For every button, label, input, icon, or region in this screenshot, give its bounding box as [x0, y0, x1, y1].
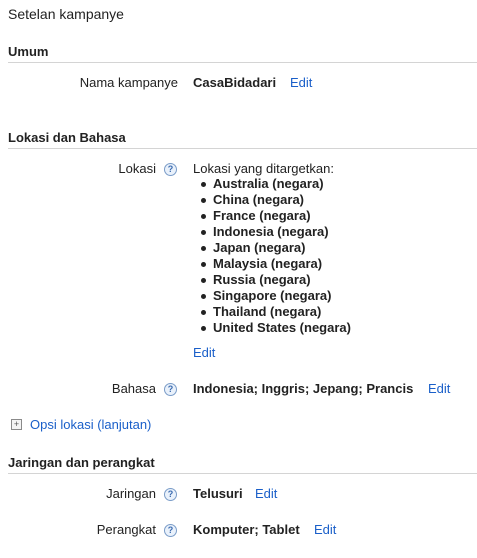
edit-lokasi-link[interactable]: Edit — [193, 345, 215, 360]
location-item: Singapore (negara) — [193, 288, 351, 304]
location-item: Malaysia (negara) — [193, 256, 351, 272]
campaign-name-label: Nama kampanye — [79, 75, 178, 90]
location-list: Australia (negara) China (negara) France… — [193, 176, 351, 336]
location-item: Russia (negara) — [193, 272, 351, 288]
advanced-location-options-link[interactable]: Opsi lokasi (lanjutan) — [30, 417, 151, 432]
perangkat-value: Komputer; Tablet — [193, 522, 300, 537]
edit-campaign-name-link[interactable]: Edit — [290, 75, 312, 90]
perangkat-label: Perangkat — [96, 522, 156, 537]
jaringan-value: Telusuri — [193, 486, 243, 501]
lokasi-label: Lokasi — [118, 161, 156, 176]
section-heading-lokasi-bahasa: Lokasi dan Bahasa — [8, 130, 477, 149]
section-heading-umum: Umum — [8, 44, 477, 63]
edit-bahasa-link[interactable]: Edit — [428, 381, 450, 396]
plus-square-icon[interactable]: + — [11, 419, 22, 430]
location-item: Indonesia (negara) — [193, 224, 351, 240]
location-item: Japan (negara) — [193, 240, 351, 256]
jaringan-help-icon[interactable]: ? — [164, 488, 177, 501]
perangkat-help-icon[interactable]: ? — [164, 524, 177, 537]
bahasa-label: Bahasa — [111, 381, 156, 396]
location-item: Thailand (negara) — [193, 304, 351, 320]
page-title: Setelan kampanye — [8, 6, 124, 22]
bahasa-value: Indonesia; Inggris; Jepang; Prancis — [193, 381, 414, 396]
location-item: Australia (negara) — [193, 176, 351, 192]
lokasi-help-icon[interactable]: ? — [164, 163, 177, 176]
section-heading-jaringan: Jaringan dan perangkat — [8, 455, 477, 474]
jaringan-label: Jaringan — [106, 486, 156, 501]
location-item: France (negara) — [193, 208, 351, 224]
bahasa-help-icon[interactable]: ? — [164, 383, 177, 396]
edit-perangkat-link[interactable]: Edit — [314, 522, 336, 537]
campaign-name-value: CasaBidadari — [193, 75, 277, 90]
location-item: United States (negara) — [193, 320, 351, 336]
location-item: China (negara) — [193, 192, 351, 208]
lokasi-intro: Lokasi yang ditargetkan: — [193, 161, 334, 176]
edit-jaringan-link[interactable]: Edit — [255, 486, 277, 501]
